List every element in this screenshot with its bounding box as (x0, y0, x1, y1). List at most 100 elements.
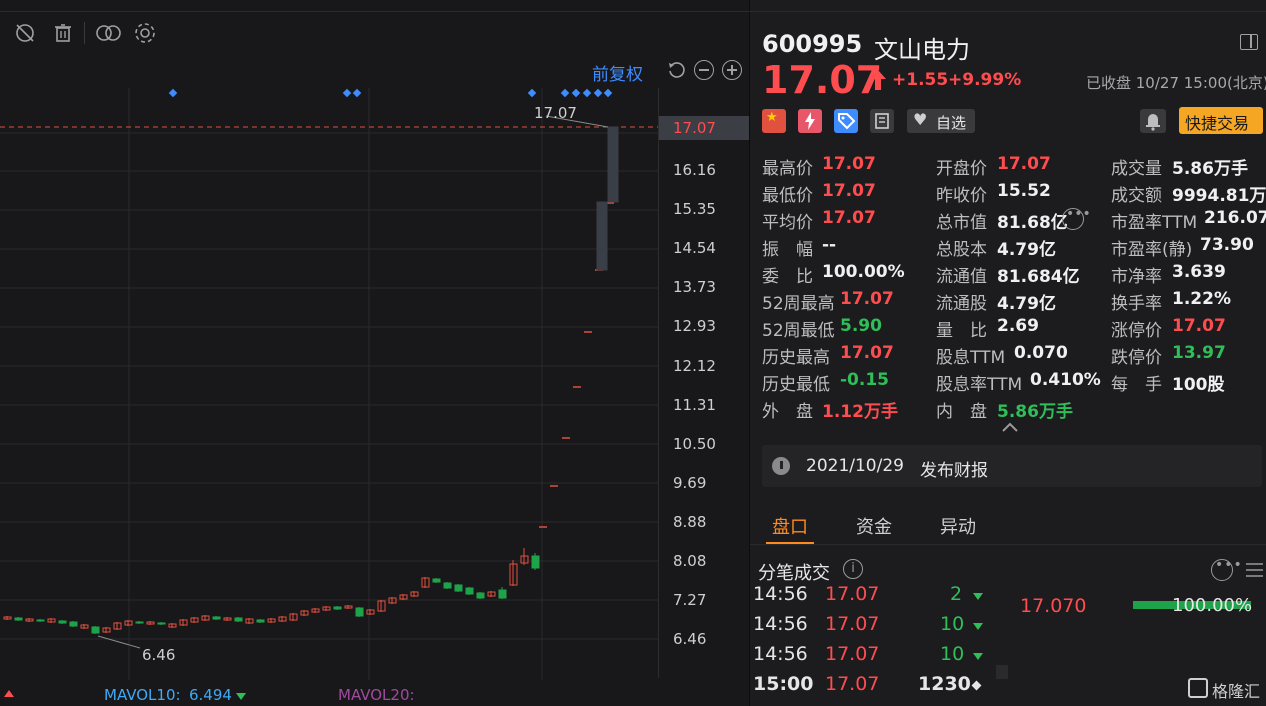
stat-value: -0.15 (840, 370, 889, 390)
stat-value: -- (822, 235, 837, 255)
stat-value: 0.410% (1030, 370, 1101, 390)
stat-label: 昨收价 (936, 186, 987, 206)
candle-body (531, 555, 540, 569)
reset-icon[interactable] (666, 60, 686, 80)
price-tick-label: 9.69 (673, 473, 707, 492)
sell-arrow-icon (973, 623, 983, 630)
stat-label: 最低价 (762, 186, 813, 206)
candle-body (36, 619, 45, 622)
kline-chart-panel[interactable]: 前复权 17.07 6.46 17.07 16.16 15.35 14.54 1… (0, 0, 750, 706)
stat-value: 100股 (1172, 375, 1225, 395)
price-tick-label: 10.50 (673, 434, 716, 453)
stat-label: 流通值 (936, 267, 987, 287)
watermark-text: 格隆汇 (1212, 682, 1261, 701)
volume-indicator-bar: MAVOL10: 6.494 MAVOL20: (0, 680, 658, 706)
zoom-in-icon[interactable] (722, 60, 742, 80)
watchlist-button[interactable]: ♥ 自选 (907, 109, 975, 133)
stat-label: 股息TTM (936, 348, 1006, 368)
stat-label: 总股本 (936, 240, 987, 260)
stat-value: 100.00% (822, 262, 905, 282)
stat-value: 5.90 (840, 316, 882, 336)
candle-body (355, 607, 364, 617)
candle-body (157, 622, 166, 625)
hide-eye-icon[interactable] (12, 20, 38, 46)
stat-label: 市净率 (1111, 267, 1162, 287)
stat-value: 4.79亿 (997, 294, 1056, 314)
info-icon[interactable]: i (843, 559, 863, 579)
stat-label: 历史最低 (762, 375, 830, 395)
stat-value: 17.07 (840, 343, 894, 363)
stat-label: 市盈率(静) (1111, 240, 1193, 260)
stat-label: 52周最低 (762, 321, 835, 341)
neutral-diamond-icon (971, 680, 982, 691)
highlight-bar (596, 201, 608, 271)
candle-body (465, 587, 474, 595)
stock-name: 文山电力 (874, 36, 970, 64)
chart-toolbar (0, 12, 750, 54)
price-tick-label: 14.54 (673, 239, 716, 258)
earnings-bulletin[interactable]: 2021/10/29 发布财报 (762, 445, 1262, 487)
tick-volume: 1230 (918, 673, 971, 695)
tick-volume: 2 (950, 586, 963, 605)
stat-value: 73.90 (1200, 235, 1254, 255)
tab-pankou[interactable]: 盘口 (772, 513, 808, 539)
grid-lines (0, 88, 658, 680)
price-axis: 17.07 16.16 15.35 14.54 13.73 12.93 12.12 11.3… (658, 88, 750, 678)
alert-bell-icon[interactable] (1140, 109, 1166, 133)
more-icon[interactable]: ••• (1062, 206, 1091, 230)
mavol10-value: 6.494 (189, 686, 232, 704)
adjust-mode-button[interactable]: 前复权 (592, 60, 643, 85)
trash-icon[interactable] (50, 20, 76, 46)
candlestick-plot[interactable]: 17.07 6.46 (0, 88, 658, 680)
up-triangle-icon (4, 690, 14, 697)
stat-label: 成交量 (1111, 159, 1162, 179)
collapse-chevron-icon[interactable] (1000, 418, 1020, 437)
bulletin-text: 发布财报 (920, 461, 988, 481)
panel-layout-icon[interactable] (1240, 34, 1258, 50)
tab-zijin[interactable]: 资金 (856, 513, 892, 539)
tick-volume: 10 (940, 613, 965, 635)
info-pin-icon (772, 457, 790, 475)
price-tick-label: 11.31 (673, 395, 716, 414)
settings-gear-icon[interactable] (132, 20, 158, 46)
candle-body (498, 589, 507, 599)
scroll-marker (996, 665, 1008, 679)
candle-body (69, 621, 78, 627)
tick-time: 14:56 (753, 586, 808, 605)
tick-time: 14:56 (753, 613, 808, 635)
list-view-icon[interactable] (1243, 560, 1263, 580)
limit-up-icon (798, 109, 822, 133)
candle-body (454, 584, 463, 592)
up-arrow-icon (870, 70, 886, 94)
candle-body (476, 592, 485, 599)
price-tick-label: 13.73 (673, 278, 716, 297)
panel-top-strip (750, 0, 1266, 12)
tab-yidong[interactable]: 异动 (940, 513, 976, 539)
quick-trade-button[interactable]: 快捷交易 (1179, 107, 1263, 134)
candle-body (333, 606, 342, 610)
more-options-icon[interactable]: ••• (1211, 557, 1242, 581)
note-icon[interactable] (870, 109, 894, 133)
market-status: 已收盘 10/27 15:00(北京) (1086, 74, 1266, 92)
last-price-tag: 17.07 (659, 116, 749, 140)
stat-label: 每 手 (1111, 375, 1162, 395)
tick-trades-list[interactable]: 14:56 17.07 2 14:56 17.07 10 14:56 17.07 10 15:00… (750, 586, 1000, 706)
tick-price: 17.07 (825, 643, 880, 665)
stat-label: 市盈率TTM (1111, 213, 1198, 233)
watermark: 格隆汇 (1188, 676, 1266, 702)
down-triangle-icon (236, 693, 246, 700)
stat-label: 历史最高 (762, 348, 830, 368)
stat-label: 52周最高 (762, 294, 835, 314)
price-change: +1.55 (892, 70, 949, 90)
stat-label: 流通股 (936, 294, 987, 314)
stat-label: 涨停价 (1111, 321, 1162, 341)
mavol10-label: MAVOL10: (104, 686, 181, 704)
stat-value: 17.07 (822, 181, 876, 201)
watchlist-label: 自选 (936, 114, 967, 132)
zoom-out-icon[interactable] (694, 60, 714, 80)
summary-pct: 100.00% (1172, 595, 1253, 616)
stat-label: 跌停价 (1111, 348, 1162, 368)
last-price: 17.07 (762, 58, 883, 102)
compare-icon[interactable] (94, 20, 124, 46)
bulletin-date: 2021/10/29 (806, 456, 904, 476)
